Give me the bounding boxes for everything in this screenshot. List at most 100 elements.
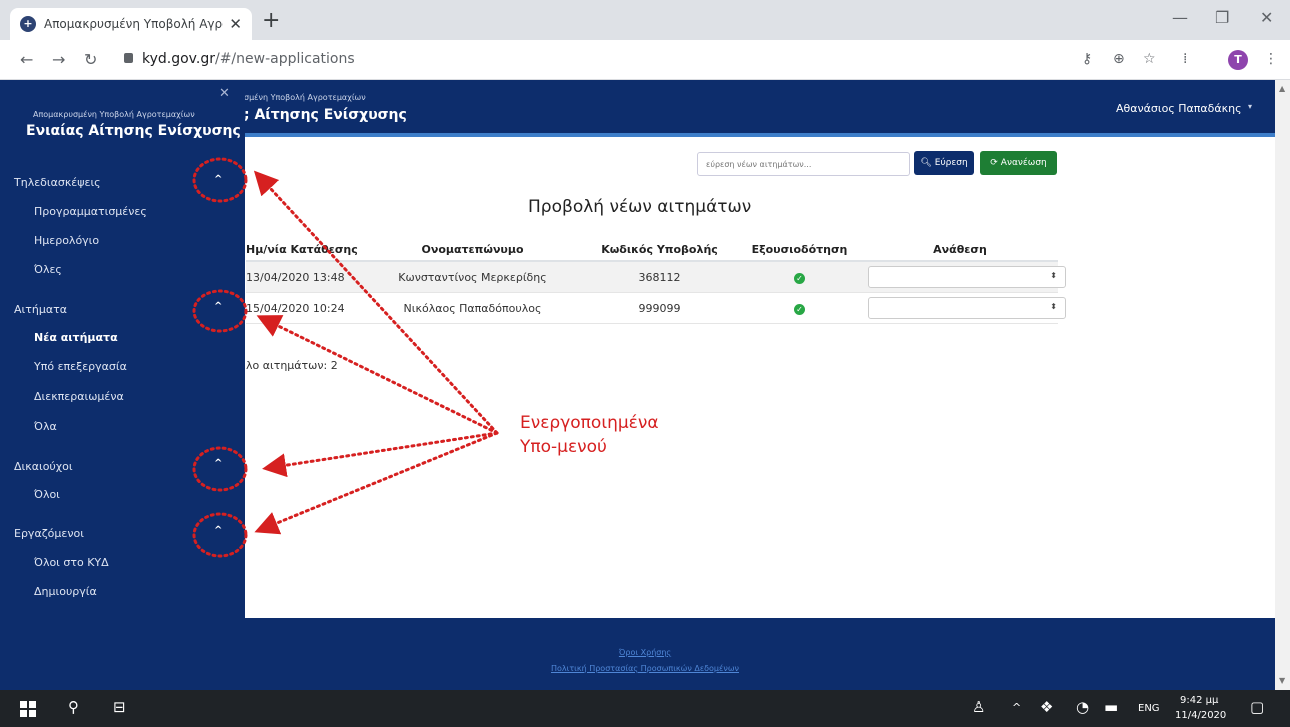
assign-select[interactable]: ⬍ [868,266,1066,288]
web-page: σμένη Υποβολή Αγροτεμαχίων ; Αίτησης Ενί… [0,80,1290,690]
search-icon: 🔍︎ [920,158,932,168]
windows-start-icon[interactable] [20,701,36,717]
browser-menu-icon[interactable]: ⋮ [1264,51,1278,67]
cell-code: 368112 [638,270,681,284]
extension-icon[interactable]: ⁞ [1183,51,1187,67]
dropbox-icon[interactable]: ❖ [1040,698,1053,716]
sidebar-item-scheduled[interactable]: Προγραμματισμένες [34,205,147,218]
forward-icon[interactable]: → [52,50,65,69]
cell-authorization: ✓ [737,302,862,315]
page-scrollbar[interactable] [1275,80,1290,690]
taskbar: ⚲ ⊟ ♙ ^ ❖ ◔ ▬ ENG 9:42 μμ 11/4/2020 ▢ [0,690,1290,727]
task-view-icon[interactable]: ⊟ [113,698,126,716]
chevron-up-icon[interactable]: ^ [214,525,222,536]
sidebar-item-all-requests[interactable]: Όλα [34,420,57,433]
check-circle-icon: ✓ [794,303,805,315]
site-favicon-icon: + [20,16,36,32]
chevron-up-icon[interactable]: ^ [214,301,222,312]
check-circle-icon: ✓ [794,272,805,284]
header-title: ; Αίτησης Ενίσχυσης [244,107,407,123]
cell-name: Κωνσταντίνος Μερκερίδης [398,270,547,284]
column-header[interactable]: Ονοματεπώνυμο [363,243,582,256]
cell-name: Νικόλαος Παπαδόπουλος [403,301,542,315]
cell-assignment: ⬍ [862,297,1066,319]
sidebar-close-icon[interactable]: ✕ [219,86,230,101]
user-menu[interactable]: Αθανάσιος Παπαδάκης [1116,102,1242,115]
annotation-line-2: Υπο-μενού [520,437,607,457]
zoom-icon[interactable]: ⊕ [1113,51,1125,67]
sidebar-item-all-conferences[interactable]: Όλες [34,263,62,276]
profile-avatar[interactable]: T [1228,50,1248,70]
back-icon[interactable]: ← [20,50,33,69]
chevron-up-icon[interactable]: ^ [214,174,222,185]
search-button-label: Εύρεση [934,158,968,168]
sidebar-title: Ενιαίας Αίτησης Ενίσχυσης [26,123,241,139]
search-input[interactable] [697,152,910,176]
page-title: Προβολή νέων αιτημάτων [528,197,752,217]
sidebar-item-in-progress[interactable]: Υπό επεξεργασία [34,360,127,373]
sidebar-group-teleconferences[interactable]: Τηλεδιασκέψεις [14,176,101,189]
table-row[interactable]: 13/04/2020 13:48 Κωνσταντίνος Μερκερίδης… [246,262,1066,293]
wifi-icon[interactable]: ◔ [1076,698,1089,716]
sidebar-group-beneficiaries[interactable]: Δικαιούχοι [14,460,73,473]
people-icon[interactable]: ♙ [972,698,985,716]
key-icon[interactable]: ⚷ [1082,51,1092,67]
bookmark-star-icon[interactable]: ☆ [1143,51,1156,67]
sidebar-item-calendar[interactable]: Ημερολόγιο [34,234,99,247]
column-header[interactable]: Εξουσιοδότηση [737,243,862,256]
screen: + Απομακρυσμένη Υποβολή Αγρο ✕ + — ❐ ✕ ←… [0,0,1290,727]
battery-icon[interactable]: ▬ [1104,698,1118,716]
scroll-up-icon[interactable]: ▲ [1279,84,1285,93]
column-header[interactable]: Ημ/νία Κατάθεσης [246,243,363,256]
url-host: kyd.gov.gr [142,51,215,67]
table-row[interactable]: 15/04/2020 10:24 Νικόλαος Παπαδόπουλος 9… [246,293,1066,324]
sidebar-item-all-beneficiaries[interactable]: Όλοι [34,488,60,501]
table-header: Ημ/νία Κατάθεσης Ονοματεπώνυμο Κωδικός Υ… [246,238,1058,262]
language-indicator[interactable]: ENG [1138,703,1160,714]
cell-authorization: ✓ [737,271,862,284]
column-header[interactable]: Ανάθεση [862,243,1058,256]
reload-icon[interactable]: ↻ [84,50,97,69]
notification-icon[interactable]: ▢ [1250,698,1264,716]
select-arrows-icon: ⬍ [1050,271,1057,280]
search-icon[interactable]: ⚲ [68,698,79,716]
sidebar-item-completed[interactable]: Διεκπεραιωμένα [34,390,124,403]
clock-date[interactable]: 11/4/2020 [1175,710,1226,721]
window-close-icon[interactable]: ✕ [1260,8,1273,27]
search-button[interactable]: 🔍︎ Εύρεση [914,151,974,175]
tab-close-icon[interactable]: ✕ [229,15,242,33]
sidebar: ✕ Απομακρυσμένη Υποβολή Αγροτεμαχίων Ενι… [0,80,245,690]
select-arrows-icon: ⬍ [1050,302,1057,311]
restore-icon[interactable]: ❐ [1215,8,1229,27]
browser-addressbar: ← → ↻ kyd.gov.gr/#/new-applications ⚷ ⊕ … [0,40,1290,80]
annotation-line-1: Ενεργοποιημένα [520,413,659,433]
refresh-button[interactable]: ⟳ Ανανέωση [980,151,1057,175]
user-caret-icon[interactable]: ▾ [1248,102,1252,111]
annotation-label: Ενεργοποιημένα Υπο-μενού [520,411,659,459]
clock-time[interactable]: 9:42 μμ [1180,695,1218,706]
cell-date: 15/04/2020 10:24 [246,301,345,315]
tab-title: Απομακρυσμένη Υποβολή Αγρο [44,17,224,31]
url-path: /#/new-applications [214,51,355,67]
assign-select[interactable]: ⬍ [868,297,1066,319]
browser-tabbar: + Απομακρυσμένη Υποβολή Αγρο ✕ + — ❐ ✕ [0,0,1290,40]
sidebar-group-requests[interactable]: Αιτήματα [14,303,67,316]
url-field[interactable]: kyd.gov.gr/#/new-applications [142,51,355,67]
minimize-icon[interactable]: — [1172,8,1188,27]
browser-tab[interactable]: + Απομακρυσμένη Υποβολή Αγρο ✕ [10,8,252,40]
cell-assignment: ⬍ [862,266,1066,288]
sidebar-subtitle: Απομακρυσμένη Υποβολή Αγροτεμαχίων [33,110,195,119]
chevron-up-icon[interactable]: ^ [214,458,222,469]
cell-date: 13/04/2020 13:48 [246,270,345,284]
column-header[interactable]: Κωδικός Υποβολής [582,243,737,256]
sidebar-group-employees[interactable]: Εργαζόμενοι [14,527,84,540]
sidebar-item-all-in-kyd[interactable]: Όλοι στο ΚΥΔ [34,556,109,569]
sidebar-item-new-requests[interactable]: Νέα αιτήματα [34,331,118,344]
scroll-down-icon[interactable]: ▼ [1279,676,1285,685]
new-tab-icon[interactable]: + [262,9,280,33]
tray-chevron-icon[interactable]: ^ [1012,701,1021,714]
total-count: λο αιτημάτων: 2 [246,359,338,372]
header-subtitle: σμένη Υποβολή Αγροτεμαχίων [244,93,366,102]
refresh-icon: ⟳ [990,158,998,168]
sidebar-item-create[interactable]: Δημιουργία [34,585,97,598]
